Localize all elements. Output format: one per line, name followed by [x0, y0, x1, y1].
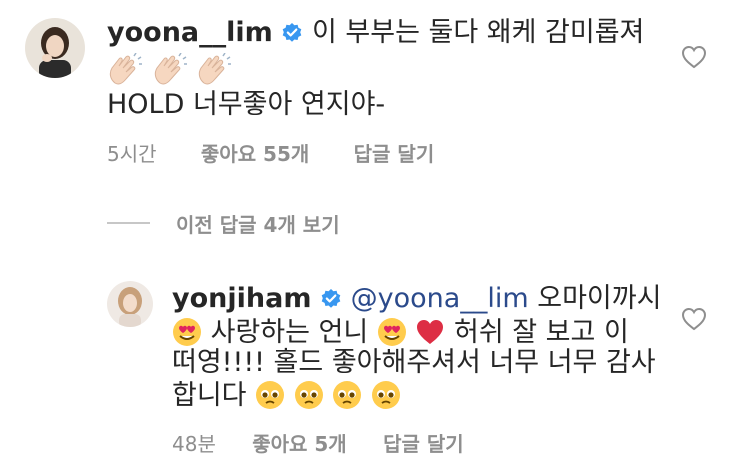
replies-divider: [107, 222, 150, 224]
comment-likes-link[interactable]: 좋아요 55개: [201, 138, 309, 167]
comment-text-2: HOLD 너무좋아 연지야-: [107, 89, 386, 120]
like-heart-icon[interactable]: [681, 45, 707, 69]
pleading-face-emoji-icon: [371, 380, 401, 420]
view-replies-label: 이전 답글 4개 보기: [176, 212, 340, 237]
verified-badge-icon: [281, 18, 303, 54]
comment-line-1: yoona__lim 이 부부는 둘다 왜케 감미롭져: [107, 15, 644, 54]
comment-text-1: 이 부부는 둘다 왜케 감미롭져: [311, 17, 645, 48]
reply-text-1: 오마이까시: [537, 283, 662, 314]
avatar-yonjiham[interactable]: [107, 281, 153, 327]
comment-reply-button[interactable]: 답글 달기: [354, 138, 435, 167]
reply-mention-link[interactable]: @yoona__lim: [351, 283, 529, 314]
pleading-face-emoji-icon: [332, 380, 362, 420]
reply-meta: 48분 좋아요 5개 답글 달기: [172, 428, 464, 457]
comment-username[interactable]: yoona__lim: [107, 17, 273, 48]
pleading-face-emoji-icon: [255, 380, 285, 420]
avatar-yoona[interactable]: [25, 18, 85, 78]
comment-meta: 5시간 좋아요 55개 답글 달기: [107, 138, 434, 167]
view-replies-button[interactable]: 이전 답글 4개 보기: [107, 209, 340, 237]
reply-text-2a: 사랑하는 언니: [210, 317, 369, 348]
reply-text-2b: 허쉬 잘 보고 이: [454, 317, 629, 348]
reply-text-4: 합니다: [172, 380, 247, 411]
like-heart-icon[interactable]: [681, 307, 707, 331]
reply-username[interactable]: yonjiham: [172, 283, 311, 314]
pleading-face-emoji-icon: [294, 380, 324, 420]
reply-line-4: 합니다: [172, 378, 401, 420]
reply-text-3: 떠영!!!! 홀드 좋아해주셔서 너무 너무 감사: [172, 347, 656, 378]
reply-time: 48분: [172, 432, 216, 456]
reply-reply-button[interactable]: 답글 달기: [383, 428, 464, 457]
reply-likes-link[interactable]: 좋아요 5개: [252, 428, 346, 457]
comment-time: 5시간: [107, 142, 157, 166]
